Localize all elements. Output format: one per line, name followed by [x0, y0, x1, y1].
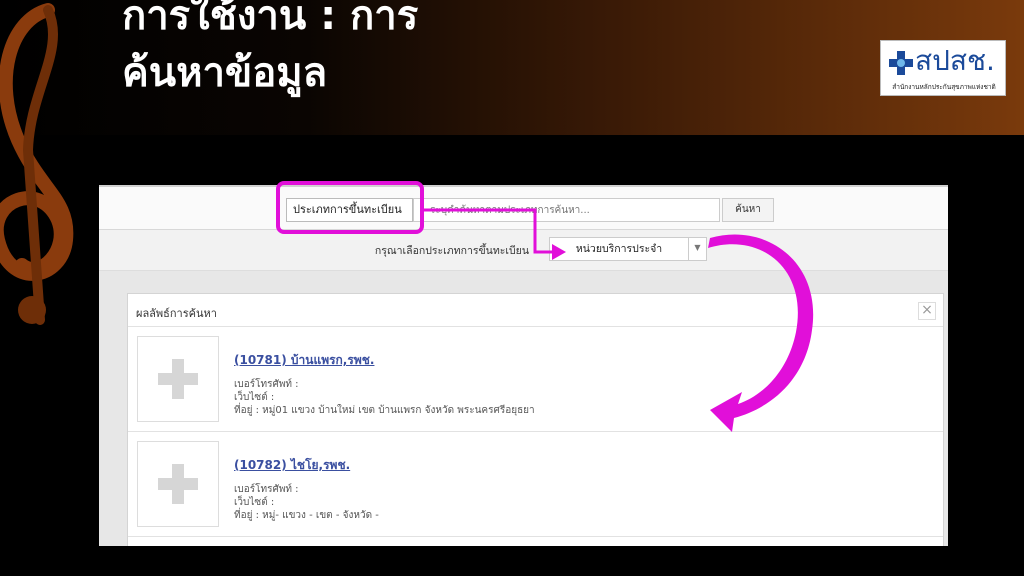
annotation-arrows: [424, 208, 814, 432]
curved-arrow-icon: [708, 234, 814, 432]
elbow-arrow-icon: [424, 208, 566, 260]
